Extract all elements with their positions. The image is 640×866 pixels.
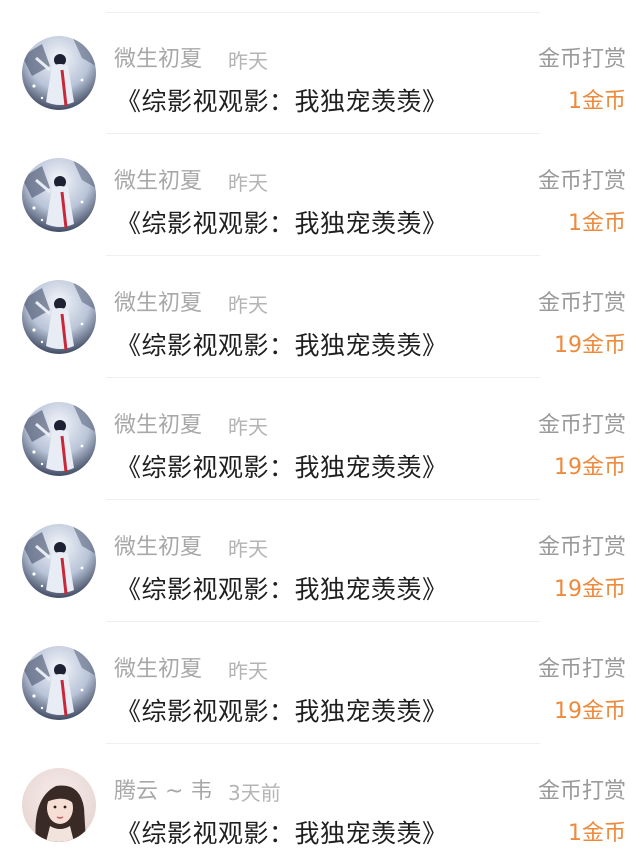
timestamp: 昨天: [228, 659, 268, 683]
ancient-costume-avatar-icon: [22, 280, 96, 354]
username[interactable]: 微生初夏: [114, 656, 202, 684]
user-avatar[interactable]: [22, 646, 96, 720]
ancient-costume-avatar-icon: [22, 36, 96, 110]
portrait-avatar-icon: [22, 768, 96, 842]
user-avatar[interactable]: [22, 280, 96, 354]
ancient-costume-avatar-icon: [22, 158, 96, 232]
timestamp: 昨天: [228, 293, 268, 317]
reward-amount: 1金币: [568, 211, 626, 236]
reward-row[interactable]: 腾云 ~ 韦 3天前 金币打赏 《综影视观影：我独宠羡羡》 1金币: [0, 744, 640, 866]
user-avatar[interactable]: [22, 524, 96, 598]
username[interactable]: 微生初夏: [114, 534, 202, 562]
reward-amount: 19金币: [554, 455, 626, 480]
username[interactable]: 腾云 ~ 韦: [114, 778, 212, 806]
user-avatar[interactable]: [22, 402, 96, 476]
reward-amount: 1金币: [568, 821, 626, 846]
reward-row[interactable]: 微生初夏 昨天 金币打赏 《综影视观影：我独宠羡羡》 19金币: [0, 256, 640, 378]
user-avatar[interactable]: [22, 158, 96, 232]
book-title[interactable]: 《综影视观影：我独宠羡羡》: [116, 452, 448, 484]
reward-row[interactable]: 微生初夏 昨天 金币打赏 《综影视观影：我独宠羡羡》 19金币: [0, 500, 640, 622]
ancient-costume-avatar-icon: [22, 646, 96, 720]
reward-type: 金币打赏: [537, 413, 626, 438]
ancient-costume-avatar-icon: [22, 402, 96, 476]
username[interactable]: 微生初夏: [114, 412, 202, 440]
reward-type: 金币打赏: [537, 47, 626, 72]
reward-amount: 19金币: [554, 333, 626, 358]
username[interactable]: 微生初夏: [114, 290, 202, 318]
reward-type: 金币打赏: [537, 779, 626, 804]
book-title[interactable]: 《综影视观影：我独宠羡羡》: [116, 208, 448, 240]
reward-type: 金币打赏: [537, 657, 626, 682]
username[interactable]: 微生初夏: [114, 46, 202, 74]
reward-type: 金币打赏: [537, 535, 626, 560]
reward-row[interactable]: 微生初夏 昨天 金币打赏 《综影视观影：我独宠羡羡》 19金币: [0, 622, 640, 744]
reward-row[interactable]: 微生初夏 昨天 金币打赏 《综影视观影：我独宠羡羡》 1金币: [0, 12, 640, 134]
reward-amount: 1金币: [568, 89, 626, 114]
reward-row[interactable]: 微生初夏 昨天 金币打赏 《综影视观影：我独宠羡羡》 1金币: [0, 134, 640, 256]
book-title[interactable]: 《综影视观影：我独宠羡羡》: [116, 330, 448, 362]
timestamp: 昨天: [228, 537, 268, 561]
book-title[interactable]: 《综影视观影：我独宠羡羡》: [116, 818, 448, 850]
reward-list: 微生初夏 昨天 金币打赏 《综影视观影：我独宠羡羡》 1金币 微生初夏 昨天 金…: [0, 0, 640, 865]
reward-type: 金币打赏: [537, 169, 626, 194]
reward-amount: 19金币: [554, 699, 626, 724]
timestamp: 昨天: [228, 49, 268, 73]
user-avatar[interactable]: [22, 36, 96, 110]
timestamp: 3天前: [228, 781, 281, 805]
book-title[interactable]: 《综影视观影：我独宠羡羡》: [116, 86, 448, 118]
reward-amount: 19金币: [554, 577, 626, 602]
user-avatar[interactable]: [22, 768, 96, 842]
username[interactable]: 微生初夏: [114, 168, 202, 196]
book-title[interactable]: 《综影视观影：我独宠羡羡》: [116, 574, 448, 606]
reward-type: 金币打赏: [537, 291, 626, 316]
book-title[interactable]: 《综影视观影：我独宠羡羡》: [116, 696, 448, 728]
timestamp: 昨天: [228, 171, 268, 195]
timestamp: 昨天: [228, 415, 268, 439]
ancient-costume-avatar-icon: [22, 524, 96, 598]
reward-row[interactable]: 微生初夏 昨天 金币打赏 《综影视观影：我独宠羡羡》 19金币: [0, 378, 640, 500]
